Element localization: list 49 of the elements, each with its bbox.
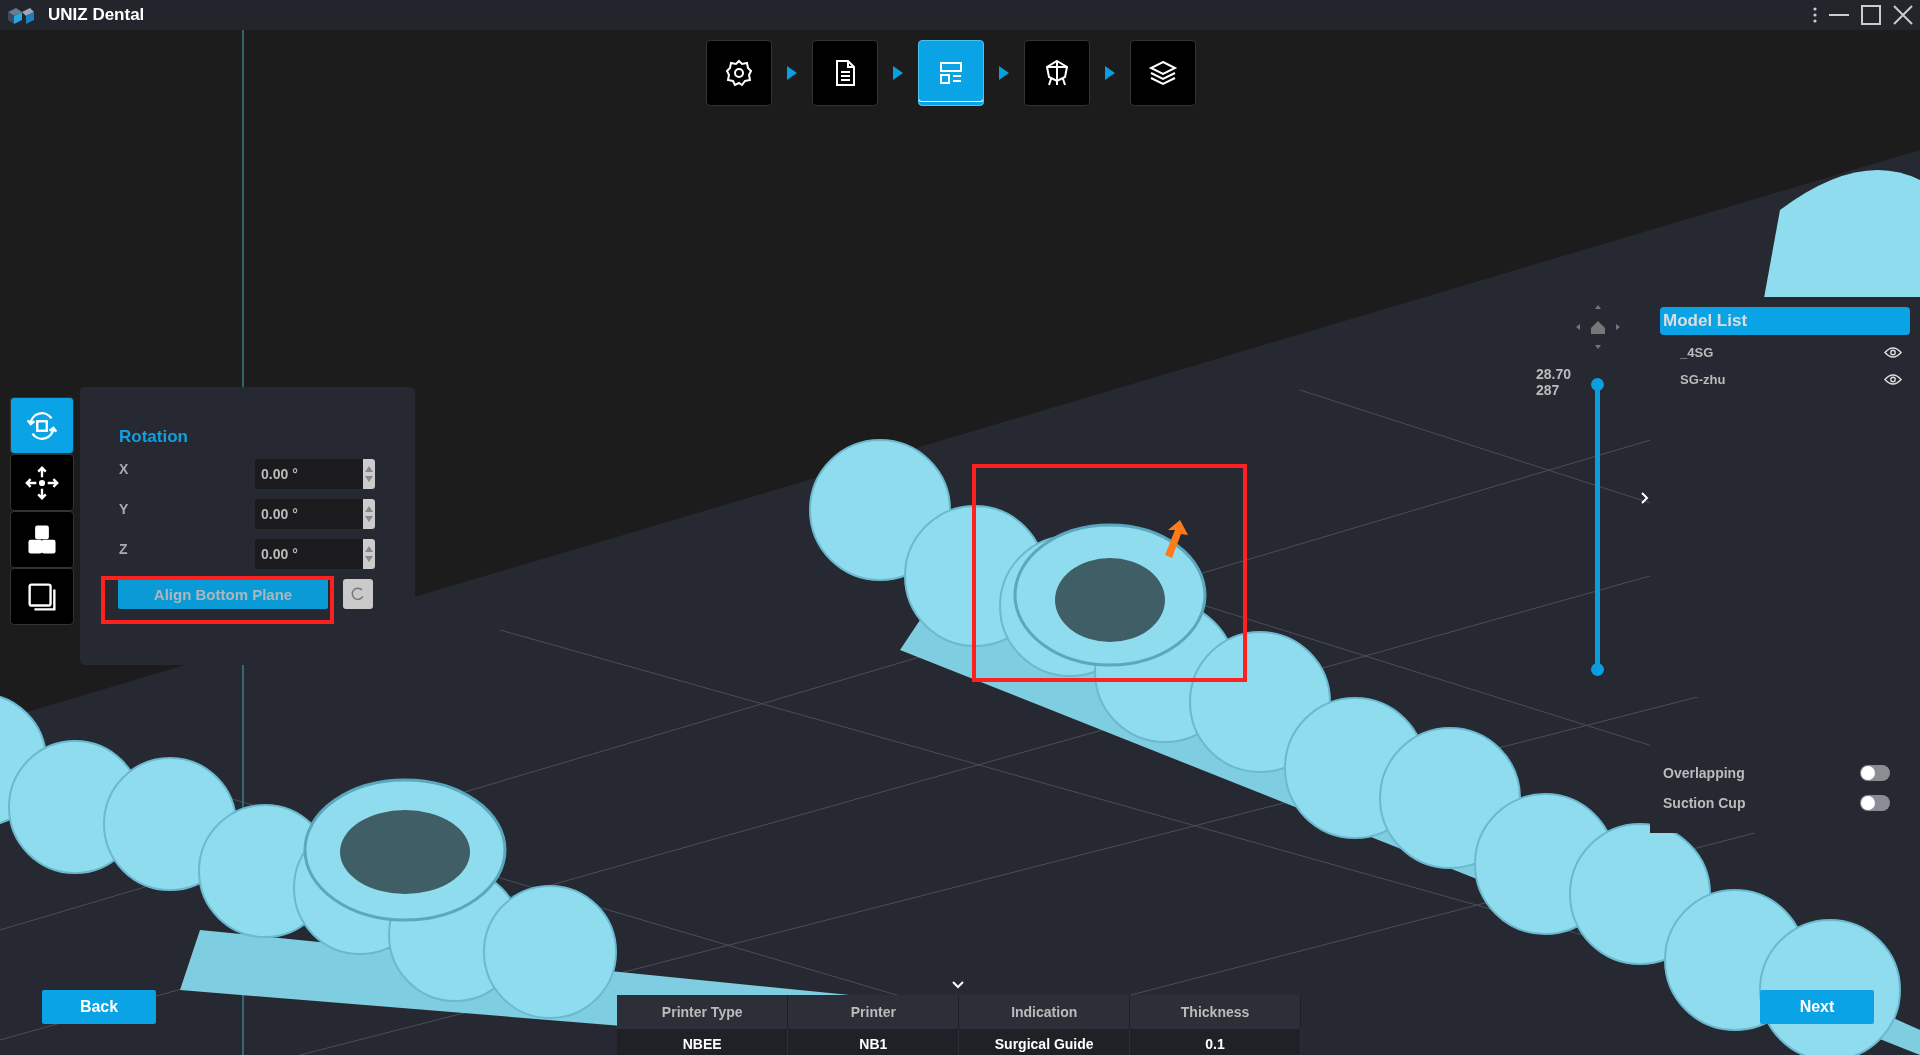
column-header: Indication <box>958 995 1130 1029</box>
column-header: Printer <box>787 995 959 1029</box>
more-options-icon[interactable] <box>1812 5 1818 25</box>
eye-icon[interactable] <box>1884 346 1902 359</box>
toggle-switch[interactable] <box>1860 795 1890 811</box>
duplicate-tool-button[interactable] <box>10 568 74 625</box>
layout-step-button[interactable] <box>918 40 984 106</box>
maximize-icon[interactable] <box>1860 4 1882 26</box>
close-icon[interactable] <box>1892 4 1914 26</box>
settings-step-button[interactable] <box>706 40 772 106</box>
step-arrow-icon <box>1105 66 1115 80</box>
step-arrow-icon <box>787 66 797 80</box>
rotate-tool-button[interactable] <box>10 397 74 454</box>
toggle-switch[interactable] <box>1860 765 1890 781</box>
chevron-down-icon[interactable] <box>952 981 964 989</box>
layer-value: 287 <box>1536 382 1561 398</box>
chevron-right-icon[interactable] <box>1641 492 1649 504</box>
axis-label: Y <box>119 501 129 517</box>
window-title: UNIZ Dental <box>48 5 145 25</box>
axis-label: X <box>119 461 129 477</box>
document-step-button[interactable] <box>812 40 878 106</box>
table-cell: NBEE <box>617 1029 788 1055</box>
option-label: Suction Cup <box>1663 795 1746 811</box>
model-name[interactable]: SG-zhu <box>1680 372 1726 387</box>
arrange-tool-button[interactable] <box>10 511 74 568</box>
eye-icon[interactable] <box>1884 373 1902 386</box>
settings-icon[interactable] <box>723 57 755 89</box>
table-cell: 0.1 <box>1129 1029 1301 1055</box>
move-tool-button[interactable] <box>10 454 74 511</box>
step-arrow-icon <box>893 66 903 80</box>
column-header: Thickness <box>1129 995 1301 1029</box>
panel-title: Model List <box>1660 307 1910 335</box>
step-arrow-icon <box>999 66 1009 80</box>
column-header: Printer Type <box>617 995 788 1029</box>
height-value: 28.70 <box>1536 366 1572 382</box>
angle-input-field[interactable]: 0.00 ° <box>255 459 375 489</box>
angle-input-field[interactable]: 0.00 ° <box>255 539 375 569</box>
model-name[interactable]: _4SG <box>1680 345 1714 360</box>
axis-label: Z <box>119 541 128 557</box>
angle-input-field[interactable]: 0.00 ° <box>255 499 375 529</box>
support-step-button[interactable] <box>1024 40 1090 106</box>
arrow-handle-icon[interactable] <box>1165 520 1188 558</box>
option-label: Overlapping <box>1663 765 1745 781</box>
refresh-icon[interactable] <box>350 586 366 602</box>
layers-step-button[interactable] <box>1130 40 1196 106</box>
reset-button[interactable] <box>343 579 373 609</box>
table-cell: Surgical Guide <box>958 1029 1130 1055</box>
panel-title: Rotation <box>119 427 189 447</box>
table-cell: NB1 <box>787 1029 959 1055</box>
